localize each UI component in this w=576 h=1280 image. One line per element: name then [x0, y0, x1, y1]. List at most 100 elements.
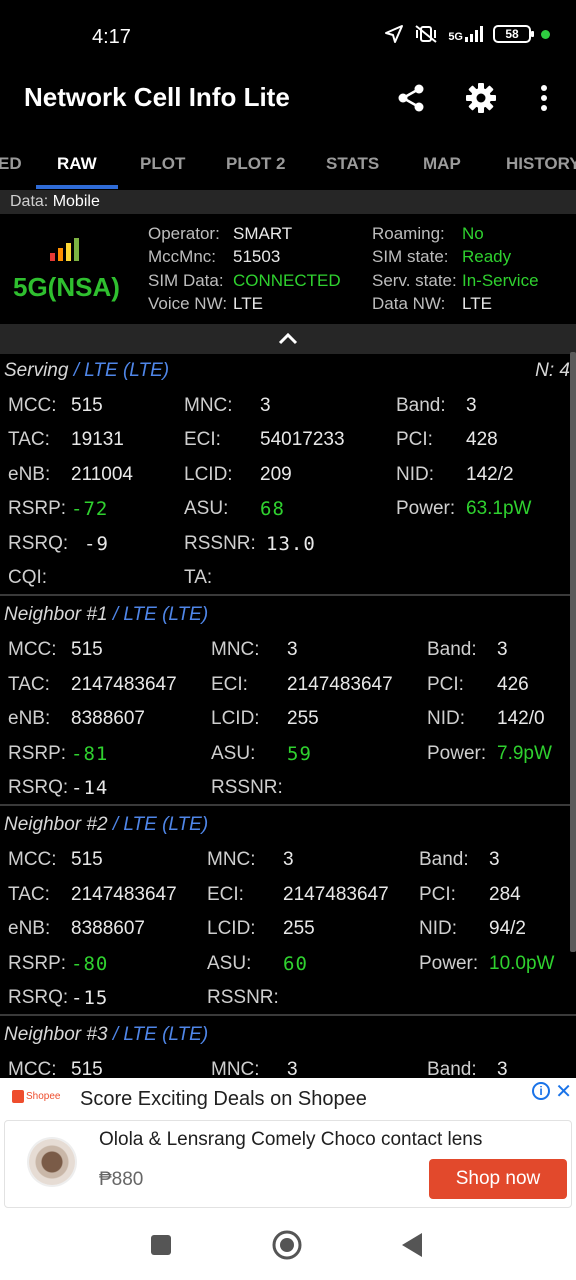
neighbor-2-enb: 8388607	[71, 918, 145, 939]
pci-label: PCI:	[396, 429, 433, 450]
divider	[0, 1014, 576, 1016]
neighbor-2-mnc: 3	[283, 849, 294, 870]
recents-square-icon[interactable]	[150, 1234, 172, 1261]
neighbor-1-pci: 426	[497, 674, 529, 695]
neighbor-count: N: 4	[535, 360, 570, 381]
serving-mcc: 515	[71, 395, 103, 416]
rssnr-label: RSSNR:	[184, 533, 256, 554]
operator-label: Operator:	[148, 224, 220, 243]
serving-pci: 428	[466, 429, 498, 450]
privacy-dot-icon	[541, 29, 550, 39]
status-time: 4:17	[92, 26, 131, 48]
asu-label: ASU:	[207, 953, 252, 974]
sim-state-label: SIM state:	[372, 247, 449, 266]
tab-history[interactable]: HISTORY	[506, 154, 576, 174]
enb-label: eNB:	[8, 708, 51, 729]
serving-asu: 68	[260, 498, 285, 520]
neighbor-2-tech: / LTE (LTE)	[112, 814, 209, 835]
band-label: Band:	[419, 849, 469, 870]
neighbor-1-enb: 8388607	[71, 708, 145, 729]
ad-info-icon[interactable]: i	[532, 1082, 550, 1100]
serving-nid: 142/2	[466, 464, 514, 485]
operator-value: SMART	[233, 224, 293, 243]
serv-state-label: Serv. state:	[372, 271, 457, 290]
rsrq-label: RSRQ:	[8, 777, 69, 798]
home-circle-icon[interactable]	[272, 1230, 302, 1265]
voice-nw-value: LTE	[233, 294, 263, 313]
tab-ed[interactable]: ED	[0, 154, 22, 174]
serving-tech: / LTE (LTE)	[73, 360, 170, 381]
ad-product-name: Olola & Lensrang Comely Choco contact le…	[99, 1129, 483, 1150]
tab-stats[interactable]: STATS	[326, 154, 379, 174]
shop-now-button[interactable]: Shop now	[429, 1159, 567, 1199]
scrollbar[interactable]	[570, 352, 576, 952]
asu-label: ASU:	[211, 743, 256, 764]
settings-gear-icon[interactable]	[463, 80, 499, 116]
neighbor-2-mcc: 515	[71, 849, 103, 870]
power-label: Power:	[427, 743, 487, 764]
tab-plot[interactable]: PLOT	[140, 154, 185, 174]
tab-indicator	[36, 185, 118, 189]
neighbor-1-lcid: 255	[287, 708, 319, 729]
neighbor-2-pci: 284	[489, 884, 521, 905]
sim-data-label: SIM Data:	[148, 271, 224, 290]
nid-label: NID:	[419, 918, 457, 939]
signal-strength-icon	[50, 238, 79, 261]
lcid-label: LCID:	[211, 708, 260, 729]
data-value: Mobile	[52, 193, 100, 210]
pci-label: PCI:	[427, 674, 464, 695]
serving-lcid: 209	[260, 464, 292, 485]
share-icon[interactable]	[393, 80, 429, 116]
neighbor-1-mnc: 3	[287, 639, 298, 660]
neighbor-2-nid: 94/2	[489, 918, 526, 939]
nid-label: NID:	[427, 708, 465, 729]
sim-data-value: CONNECTED	[233, 271, 341, 290]
data-nw-value: LTE	[462, 294, 492, 313]
app-title: Network Cell Info Lite	[24, 82, 290, 112]
neighbor-1-tac: 2147483647	[71, 674, 177, 695]
tab-raw[interactable]: RAW	[57, 154, 97, 174]
location-arrow-icon	[384, 24, 404, 44]
chevron-up-icon	[276, 330, 300, 353]
roaming-label: Roaming:	[372, 224, 445, 243]
overflow-menu-icon[interactable]	[526, 80, 562, 116]
collapse-summary-button[interactable]	[0, 324, 576, 354]
network-5g-tag: 5G	[448, 31, 463, 43]
band-label: Band:	[396, 395, 446, 416]
neighbor-2-lcid: 255	[283, 918, 315, 939]
neighbor-2-rsrq: -15	[71, 987, 109, 1009]
tab-plot-2[interactable]: PLOT 2	[226, 154, 286, 174]
status-bar: 4:17 5G 58	[0, 0, 576, 72]
lcid-label: LCID:	[207, 918, 256, 939]
neighbor-2-tac: 2147483647	[71, 884, 177, 905]
mcc-label: MCC:	[8, 849, 57, 870]
serving-eci: 54017233	[260, 429, 345, 450]
app-bar: Network Cell Info Lite	[0, 72, 576, 136]
tab-map[interactable]: MAP	[423, 154, 461, 174]
vibrate-off-icon	[414, 24, 438, 44]
mcc-label: MCC:	[8, 639, 57, 660]
mcc-label: MCC:	[8, 395, 57, 416]
rsrp-label: RSRP:	[8, 743, 67, 764]
tac-label: TAC:	[8, 884, 50, 905]
ad-product-card[interactable]: Olola & Lensrang Comely Choco contact le…	[4, 1120, 572, 1208]
neighbor-1-tech: / LTE (LTE)	[112, 604, 209, 625]
back-triangle-icon[interactable]	[400, 1232, 424, 1263]
rsrp-label: RSRP:	[8, 498, 67, 519]
serving-band: 3	[466, 395, 477, 416]
divider	[0, 594, 576, 596]
ad-close-icon[interactable]: ✕	[555, 1079, 572, 1104]
neighbor-2-rsrp: -80	[71, 953, 109, 975]
neighbor-1-block: Neighbor #1 / LTE (LTE) MCC: 515 MNC: 3 …	[0, 598, 570, 804]
ad-banner[interactable]: Shopee Score Exciting Deals on Shopee i …	[0, 1078, 576, 1212]
neighbor-1-asu: 59	[287, 743, 312, 765]
rssnr-label: RSSNR:	[211, 777, 283, 798]
tac-label: TAC:	[8, 674, 50, 695]
ad-headline[interactable]: Score Exciting Deals on Shopee	[80, 1088, 367, 1111]
voice-nw-label: Voice NW:	[148, 294, 228, 313]
rsrq-label: RSRQ:	[8, 533, 69, 554]
serving-mnc: 3	[260, 395, 271, 416]
serving-rsrq: -9	[84, 533, 109, 555]
mnc-label: MNC:	[211, 1059, 260, 1078]
power-label: Power:	[396, 498, 456, 519]
